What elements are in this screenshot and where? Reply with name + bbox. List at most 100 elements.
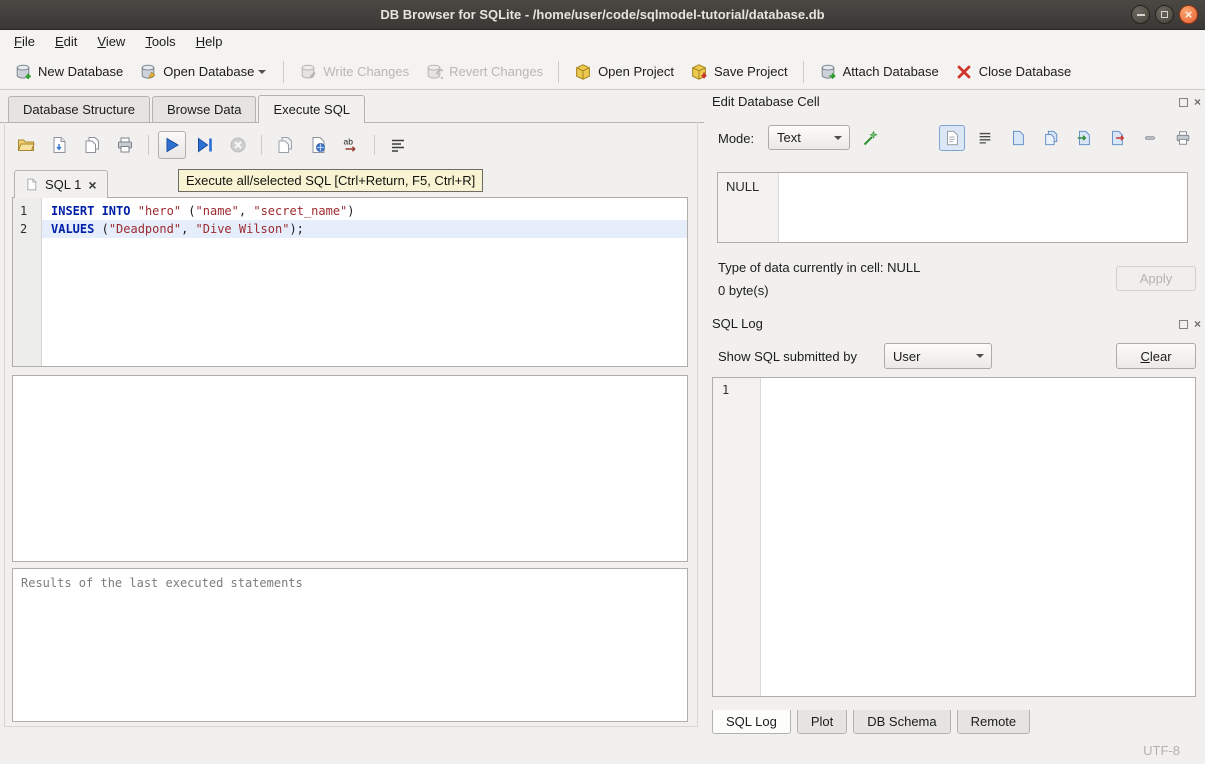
format-sql-button[interactable] bbox=[384, 131, 412, 159]
execute-all-button[interactable] bbox=[158, 131, 186, 159]
tab-execute-sql[interactable]: Execute SQL bbox=[258, 95, 365, 123]
import-icon bbox=[1076, 130, 1092, 146]
cell-editor[interactable]: NULL bbox=[717, 172, 1188, 243]
sql-text: , bbox=[239, 204, 253, 218]
text-view-button[interactable] bbox=[939, 125, 965, 151]
close-database-button[interactable]: Close Database bbox=[947, 58, 1080, 86]
sql-text: ) bbox=[347, 204, 354, 218]
open-sql-file-button[interactable] bbox=[12, 131, 40, 159]
menubar: File Edit View Tools Help bbox=[0, 30, 1205, 54]
close-button[interactable]: × bbox=[1179, 5, 1198, 24]
results-grid[interactable] bbox=[12, 375, 688, 562]
paste-cell-button[interactable] bbox=[1038, 125, 1064, 151]
log-content[interactable] bbox=[761, 378, 1195, 696]
execute-line-button[interactable] bbox=[191, 131, 219, 159]
new-database-label: New Database bbox=[38, 64, 123, 79]
dock-tab-db-schema[interactable]: DB Schema bbox=[853, 710, 950, 734]
revert-changes-button: Revert Changes bbox=[417, 58, 551, 86]
document-icon bbox=[50, 136, 68, 154]
sql-keyword: INSERT INTO bbox=[51, 204, 130, 218]
results-message: Results of the last executed statements bbox=[12, 568, 688, 722]
menu-view[interactable]: View bbox=[87, 30, 135, 54]
word-wrap-button[interactable] bbox=[304, 131, 332, 159]
save-project-button[interactable]: Save Project bbox=[682, 58, 796, 86]
clear-log-button[interactable]: Clear bbox=[1116, 343, 1196, 369]
code-area[interactable]: INSERT INTO "hero" ("name", "secret_name… bbox=[42, 198, 687, 366]
line-number: 2 bbox=[20, 220, 41, 238]
save-project-label: Save Project bbox=[714, 64, 788, 79]
close-tab-icon[interactable]: × bbox=[88, 177, 96, 193]
toolbar-separator bbox=[558, 61, 559, 83]
copy-cell-button[interactable] bbox=[1005, 125, 1031, 151]
print-cell-button[interactable] bbox=[1170, 125, 1196, 151]
close-database-icon bbox=[955, 63, 973, 81]
float-panel-icon[interactable] bbox=[1179, 98, 1188, 107]
word-wrap-cell-button[interactable] bbox=[972, 125, 998, 151]
main-tabbar: Database Structure Browse Data Execute S… bbox=[0, 96, 704, 123]
svg-text:ab: ab bbox=[344, 137, 354, 147]
save-sql-file-button[interactable] bbox=[45, 131, 73, 159]
print-sql-button[interactable] bbox=[111, 131, 139, 159]
sql-line-1[interactable]: INSERT INTO "hero" ("name", "secret_name… bbox=[42, 202, 687, 220]
magic-wand-icon bbox=[862, 130, 879, 147]
close-panel-icon[interactable]: × bbox=[1194, 318, 1201, 330]
save-project-icon bbox=[690, 63, 708, 81]
text-lines-icon bbox=[977, 130, 993, 146]
dock-tab-plot[interactable]: Plot bbox=[797, 710, 847, 734]
save-sql-file-as-button[interactable] bbox=[78, 131, 106, 159]
sql-text bbox=[130, 204, 137, 218]
open-database-label: Open Database bbox=[163, 64, 254, 79]
mode-label: Mode: bbox=[718, 131, 754, 146]
mode-select[interactable]: Text bbox=[768, 125, 850, 150]
set-null-button[interactable] bbox=[1137, 125, 1163, 151]
documents-icon bbox=[83, 136, 101, 154]
log-filter-select[interactable]: User bbox=[884, 343, 992, 369]
sql-string: "Deadpond" bbox=[109, 222, 181, 236]
cell-editor-area[interactable] bbox=[779, 173, 1187, 242]
close-panel-icon[interactable]: × bbox=[1194, 96, 1201, 108]
sql-text: , bbox=[181, 222, 195, 236]
export-cell-button[interactable] bbox=[1104, 125, 1130, 151]
open-results-button[interactable] bbox=[271, 131, 299, 159]
find-replace-button[interactable]: ab bbox=[337, 131, 365, 159]
open-database-button[interactable]: Open Database bbox=[131, 58, 276, 86]
sql-editor-toolbar: ab bbox=[12, 130, 412, 160]
results-placeholder: Results of the last executed statements bbox=[21, 576, 303, 590]
write-changes-button: Write Changes bbox=[291, 58, 417, 86]
tab-database-structure[interactable]: Database Structure bbox=[8, 96, 150, 122]
encoding-indicator: UTF-8 bbox=[1143, 743, 1180, 758]
log-filter-label: Show SQL submitted by bbox=[718, 349, 857, 364]
open-project-icon bbox=[574, 63, 592, 81]
sql-file-icon bbox=[25, 178, 38, 191]
sql-log-view[interactable]: 1 bbox=[712, 377, 1196, 697]
new-database-button[interactable]: New Database bbox=[6, 58, 131, 86]
sql-editor[interactable]: 1 2 INSERT INTO "hero" ("name", "secret_… bbox=[12, 197, 688, 367]
close-icon: × bbox=[1185, 8, 1193, 21]
auto-switch-mode-button[interactable] bbox=[857, 125, 883, 151]
window-title: DB Browser for SQLite - /home/user/code/… bbox=[380, 7, 824, 22]
menu-file[interactable]: File bbox=[4, 30, 45, 54]
sql-editor-tab[interactable]: SQL 1 × bbox=[14, 170, 108, 198]
maximize-button[interactable] bbox=[1155, 5, 1174, 24]
minimize-button[interactable] bbox=[1131, 5, 1150, 24]
open-project-button[interactable]: Open Project bbox=[566, 58, 682, 86]
tab-browse-data[interactable]: Browse Data bbox=[152, 96, 256, 122]
sql-line-2[interactable]: VALUES ("Deadpond", "Dive Wilson"); bbox=[42, 220, 687, 238]
import-cell-button[interactable] bbox=[1071, 125, 1097, 151]
menu-tools[interactable]: Tools bbox=[135, 30, 185, 54]
sql-text: ( bbox=[181, 204, 195, 218]
titlebar: DB Browser for SQLite - /home/user/code/… bbox=[0, 0, 1205, 30]
dock-tab-sql-log[interactable]: SQL Log bbox=[712, 710, 791, 734]
attach-database-button[interactable]: Attach Database bbox=[811, 58, 947, 86]
chevron-down-icon[interactable] bbox=[258, 70, 266, 78]
minimize-icon bbox=[1137, 14, 1145, 16]
open-project-label: Open Project bbox=[598, 64, 674, 79]
format-lines-icon bbox=[389, 136, 407, 154]
folder-open-icon bbox=[17, 136, 35, 154]
float-panel-icon[interactable] bbox=[1179, 320, 1188, 329]
cell-size-info: 0 byte(s) bbox=[718, 283, 769, 298]
cell-editor-toolbar bbox=[939, 125, 1196, 151]
menu-help[interactable]: Help bbox=[186, 30, 233, 54]
dock-tab-remote[interactable]: Remote bbox=[957, 710, 1031, 734]
menu-edit[interactable]: Edit bbox=[45, 30, 87, 54]
